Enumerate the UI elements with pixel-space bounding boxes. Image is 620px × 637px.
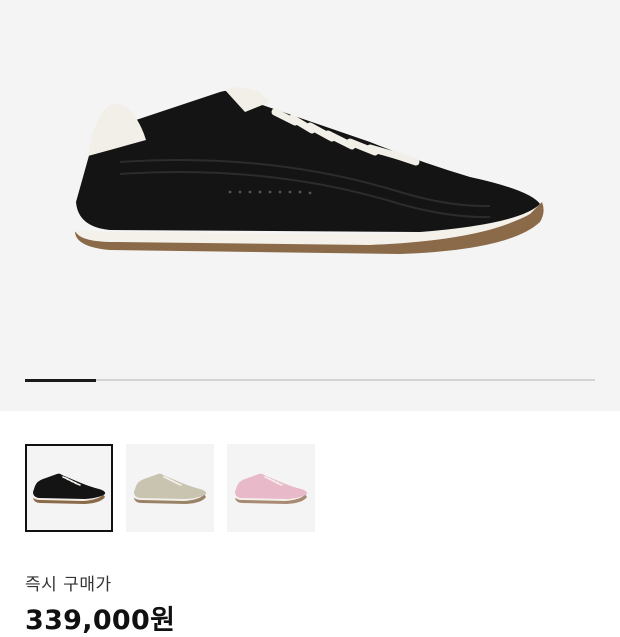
thumbnail-shoe-pink: [235, 473, 308, 504]
instant-buy-price-label: 즉시 구매가: [25, 575, 112, 595]
product-image-gallery[interactable]: [0, 0, 620, 411]
thumbnail-beige[interactable]: [126, 444, 214, 532]
product-image-shoe-black: [75, 87, 544, 254]
thumbnail-shoe-beige: [134, 473, 207, 504]
thumbnail-black[interactable]: [25, 444, 113, 532]
gallery-progress-track: [25, 378, 595, 382]
gallery-progress-fill: [25, 378, 97, 382]
thumbnail-pink[interactable]: [227, 444, 315, 532]
thumbnail-shoe-black: [33, 473, 106, 504]
instant-buy-price: 339,000원: [25, 605, 176, 636]
